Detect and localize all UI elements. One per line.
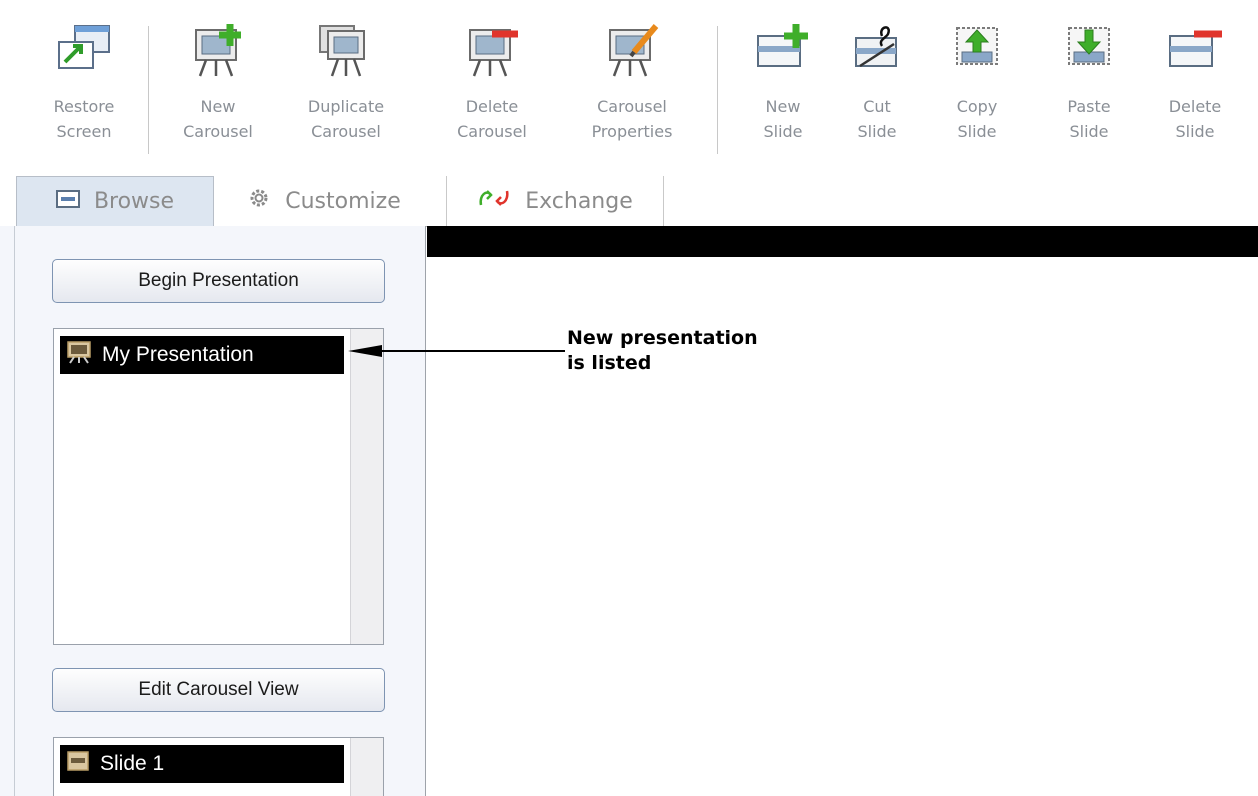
toolbar-separator xyxy=(148,26,149,154)
new-carousel-button[interactable]: New Carousel xyxy=(170,22,266,182)
presentation-icon xyxy=(66,340,92,370)
paste-slide-button[interactable]: Paste Slide xyxy=(1041,22,1137,182)
new-carousel-icon xyxy=(195,24,241,77)
browse-icon xyxy=(55,189,80,215)
tab-customize[interactable]: Customize xyxy=(226,176,422,226)
new-slide-icon xyxy=(757,24,808,67)
new-slide-label: New Slide xyxy=(763,97,803,141)
tab-browse-label: Browse xyxy=(93,189,175,214)
restore-screen-icon xyxy=(58,25,110,69)
main-content-area xyxy=(427,226,1258,796)
delete-carousel-label: Delete Carousel xyxy=(457,97,527,141)
copy-slide-label: Copy Slide xyxy=(956,97,998,141)
restore-screen-label: Restore Screen xyxy=(53,97,115,141)
new-slide-button[interactable]: New Slide xyxy=(735,22,831,182)
carousel-properties-button[interactable]: Carousel Properties xyxy=(584,22,680,182)
delete-slide-button[interactable]: Delete Slide xyxy=(1147,22,1243,182)
delete-slide-icon xyxy=(1169,30,1222,67)
copy-slide-icon xyxy=(956,27,998,65)
slide-icon xyxy=(66,750,90,778)
begin-presentation-label: Begin Presentation xyxy=(138,270,299,291)
list-item-slide-1[interactable]: Slide 1 xyxy=(60,745,344,783)
tab-exchange[interactable]: Exchange xyxy=(446,176,664,226)
list-item-label: My Presentation xyxy=(102,343,254,366)
begin-presentation-button[interactable]: Begin Presentation xyxy=(52,259,385,303)
exchange-icon xyxy=(477,187,511,215)
cut-slide-button[interactable]: Cut Slide xyxy=(829,22,925,182)
edit-carousel-view-label: Edit Carousel View xyxy=(138,679,299,700)
duplicate-carousel-button[interactable]: Duplicate Carousel xyxy=(298,22,394,182)
toolbar-separator xyxy=(717,26,718,154)
slide-list[interactable]: Slide 1 xyxy=(53,737,384,796)
toolbar: Restore Screen New Carousel Duplicate Ca… xyxy=(0,0,1258,196)
tab-browse[interactable]: Browse xyxy=(16,176,214,226)
list-item-label: Slide 1 xyxy=(100,752,165,775)
duplicate-carousel-icon xyxy=(319,25,365,77)
cut-slide-label: Cut Slide xyxy=(857,97,897,141)
paste-slide-label: Paste Slide xyxy=(1067,97,1111,141)
list-item-my-presentation[interactable]: My Presentation xyxy=(60,336,344,374)
tab-customize-label: Customize xyxy=(285,188,401,214)
slide-list-scrollbar[interactable] xyxy=(350,738,383,796)
tab-exchange-label: Exchange xyxy=(525,188,633,214)
delete-carousel-button[interactable]: Delete Carousel xyxy=(444,22,540,182)
paste-slide-icon xyxy=(1068,27,1110,65)
carousel-properties-label: Carousel Properties xyxy=(591,97,673,141)
duplicate-carousel-label: Duplicate Carousel xyxy=(307,97,385,141)
copy-slide-button[interactable]: Copy Slide xyxy=(929,22,1025,182)
annotation-arrow xyxy=(348,345,565,357)
cut-slide-icon xyxy=(855,26,897,68)
main-header-bar xyxy=(427,226,1258,257)
edit-carousel-view-button[interactable]: Edit Carousel View xyxy=(52,668,385,712)
gear-icon xyxy=(247,186,271,216)
annotation-text: New presentation is listed xyxy=(567,327,758,374)
carousel-properties-icon xyxy=(609,24,659,77)
delete-carousel-icon xyxy=(469,29,518,77)
delete-slide-label: Delete Slide xyxy=(1168,97,1222,141)
restore-screen-button[interactable]: Restore Screen xyxy=(36,22,132,182)
new-carousel-label: New Carousel xyxy=(183,97,253,141)
presentation-list-scrollbar[interactable] xyxy=(350,329,383,644)
presentation-list[interactable]: My Presentation xyxy=(53,328,384,645)
